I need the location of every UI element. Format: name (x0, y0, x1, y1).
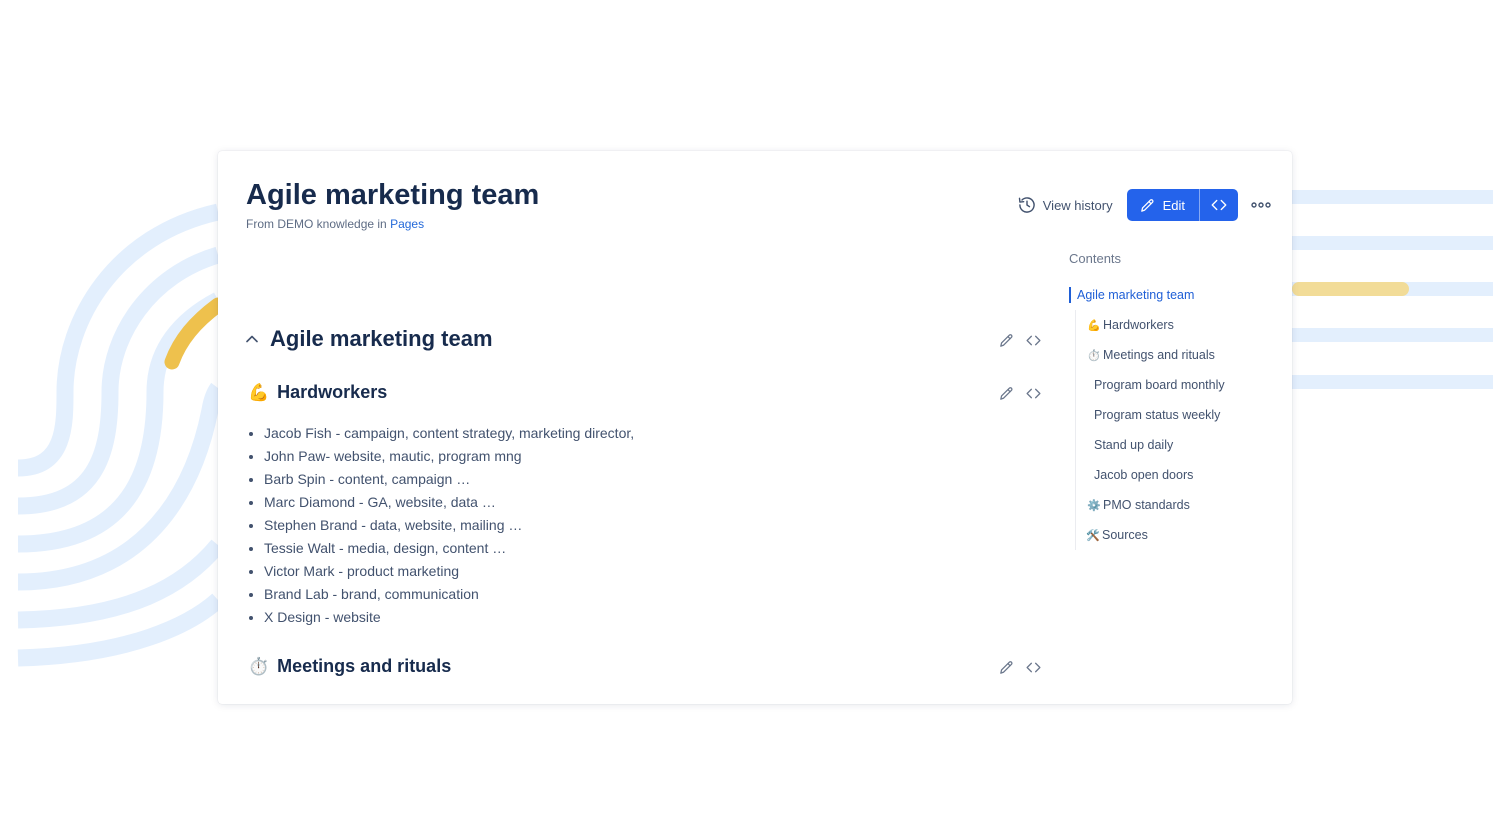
list-item: Marc Diamond - GA, website, data … (264, 491, 634, 514)
code-brackets-icon[interactable] (1025, 385, 1042, 402)
toc-item-program-board-monthly[interactable]: Program board monthly (1069, 370, 1269, 400)
list-item: Brand Lab - brand, communication (264, 583, 634, 606)
toc-item-pmo-standards[interactable]: ⚙️ PMO standards (1069, 490, 1269, 520)
stopwatch-icon: ⏱️ (1087, 350, 1101, 362)
team-member-list: Jacob Fish - campaign, content strategy,… (246, 422, 634, 629)
toc-item-jacob-open-doors[interactable]: Jacob open doors (1069, 460, 1269, 490)
gear-icon: ⚙️ (1087, 500, 1101, 512)
toc-item-label: Program board monthly (1094, 378, 1225, 392)
breadcrumb-prefix: From DEMO knowledge in (246, 217, 387, 231)
pencil-icon[interactable] (998, 385, 1015, 402)
breadcrumb-link-pages[interactable]: Pages (390, 217, 424, 231)
main-section-title: Agile marketing team (270, 326, 493, 351)
edit-label: Edit (1162, 197, 1185, 213)
main-section-actions (998, 332, 1042, 349)
toc-tree: Agile marketing team 💪 Hardworkers ⏱️ Meet… (1069, 280, 1269, 550)
page-card: Agile marketing team From DEMO knowledge… (218, 151, 1292, 704)
list-item: X Design - website (264, 606, 634, 629)
hardworkers-section-actions (998, 385, 1042, 402)
history-icon (1017, 195, 1037, 215)
list-item: Victor Mark - product marketing (264, 560, 634, 583)
pencil-icon (1139, 197, 1156, 214)
list-item: Barb Spin - content, campaign … (264, 468, 634, 491)
toc-item-label: Jacob open doors (1094, 468, 1194, 482)
stopwatch-icon: ⏱️ (248, 657, 270, 676)
section-heading-main: Agile marketing team (244, 326, 493, 352)
toc-item-label: Meetings and rituals (1103, 348, 1215, 362)
meetings-title: Meetings and rituals (277, 656, 452, 676)
toc-item-label: Hardworkers (1103, 318, 1174, 332)
toc-item-label: Sources (1102, 528, 1148, 542)
toc-item-sources[interactable]: 🛠️ Sources (1069, 520, 1269, 550)
more-dots-icon (1251, 202, 1271, 208)
pencil-icon[interactable] (998, 659, 1015, 676)
toc-item-meetings-and-rituals[interactable]: ⏱️ Meetings and rituals (1069, 340, 1269, 370)
toc-item-stand-up-daily[interactable]: Stand up daily (1069, 430, 1269, 460)
list-item: Stephen Brand - data, website, mailing … (264, 514, 634, 537)
list-item: John Paw- website, mautic, program mng (264, 445, 634, 468)
code-brackets-icon[interactable] (1025, 332, 1042, 349)
toc-item-hardworkers[interactable]: 💪 Hardworkers (1069, 310, 1269, 340)
list-item: Tessie Walt - media, design, content … (264, 537, 634, 560)
section-heading-hardworkers: 💪 Hardworkers (248, 382, 387, 403)
hardworkers-title: Hardworkers (277, 382, 388, 402)
toc-item-program-status-weekly[interactable]: Program status weekly (1069, 400, 1269, 430)
toc-item-agile-marketing-team[interactable]: Agile marketing team (1069, 280, 1269, 310)
edit-button[interactable]: Edit (1127, 189, 1199, 221)
tools-icon: 🛠️ (1086, 530, 1100, 542)
toc-heading: Contents (1069, 251, 1122, 266)
chevron-up-icon[interactable] (244, 331, 260, 347)
list-item: Jacob Fish - campaign, content strategy,… (264, 422, 634, 445)
more-actions-button[interactable] (1250, 202, 1272, 208)
code-brackets-icon (1210, 196, 1228, 214)
toc-item-label: Stand up daily (1094, 438, 1174, 452)
pencil-icon[interactable] (998, 332, 1015, 349)
edit-button-group: Edit (1126, 189, 1238, 221)
section-heading-meetings: ⏱️ Meetings and rituals (248, 656, 451, 677)
flexed-biceps-icon: 💪 (1087, 320, 1101, 332)
embed-code-button[interactable] (1199, 189, 1238, 221)
page-toolbar: View history Edit (1017, 189, 1272, 221)
toc-item-label: Program status weekly (1094, 408, 1221, 422)
breadcrumb: From DEMO knowledge in Pages (246, 217, 424, 231)
meetings-section-actions (998, 659, 1042, 676)
table-of-contents: Contents Agile marketing team 💪 Hardworke… (1069, 251, 1269, 550)
flexed-biceps-icon: 💪 (248, 383, 270, 402)
toc-item-label: PMO standards (1103, 498, 1190, 512)
page-title: Agile marketing team (246, 179, 540, 211)
code-brackets-icon[interactable] (1025, 659, 1042, 676)
view-history-label: View history (1042, 197, 1113, 213)
toc-item-label: Agile marketing team (1077, 288, 1195, 302)
view-history-button[interactable]: View history (1017, 195, 1113, 215)
